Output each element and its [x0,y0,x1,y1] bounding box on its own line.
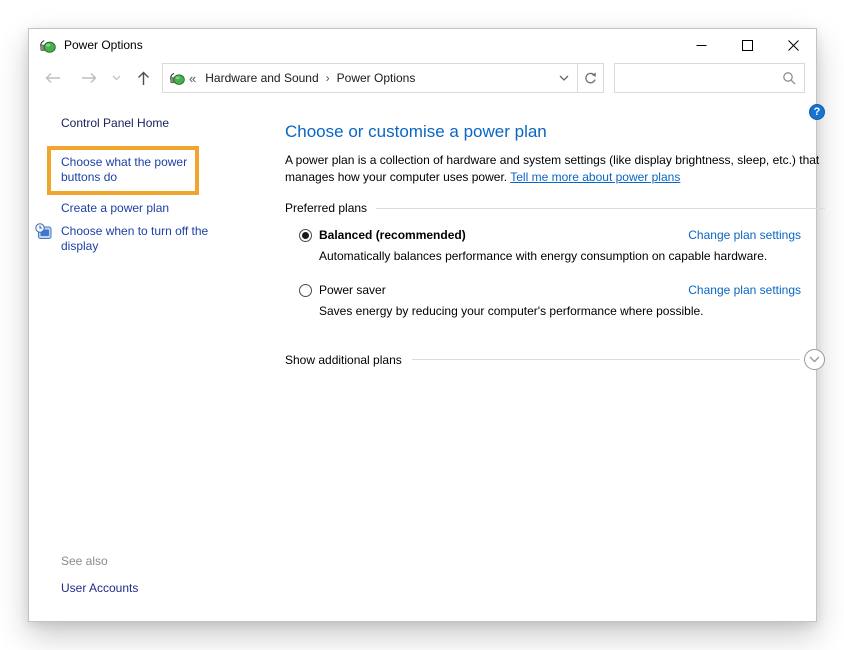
plan-row-balanced: Balanced (recommended) Change plan setti… [299,228,825,242]
group-divider-line [376,208,825,209]
plan-balanced: Balanced (recommended) Change plan setti… [299,228,825,263]
breadcrumb-item-hardware-and-sound[interactable]: Hardware and Sound [200,71,323,85]
sidebar-item-control-panel-home[interactable]: Control Panel Home [61,116,211,130]
plan-row-power-saver: Power saver Change plan settings [299,283,825,297]
balanced-plan-description: Automatically balances performance with … [319,249,825,263]
sidebar-item-user-accounts[interactable]: User Accounts [61,581,257,595]
breadcrumb-separator[interactable]: › [324,71,332,85]
highlight-annotation-box: Choose what the power buttons do [47,146,199,195]
power-options-icon [39,37,56,54]
power-options-icon [169,70,185,86]
recent-pages-button[interactable] [108,75,125,81]
breadcrumb-overflow[interactable]: « [185,71,200,86]
see-also-section: See also User Accounts [61,554,257,595]
breadcrumb-item-power-options[interactable]: Power Options [332,71,421,85]
caption-buttons [678,29,816,61]
sidebar-item-choose-power-buttons[interactable]: Choose what the power buttons do [61,155,219,185]
expand-additional-plans-button[interactable] [804,349,825,370]
maximize-button[interactable] [724,29,770,61]
back-button[interactable] [41,72,65,84]
chevron-down-icon [809,356,820,363]
close-button[interactable] [770,29,816,61]
page-title: Choose or customise a power plan [285,122,825,142]
page-description: A power plan is a collection of hardware… [285,152,825,186]
show-additional-plans-label: Show additional plans [285,353,402,367]
additional-plans-divider-line [412,359,800,360]
see-also-label: See also [61,554,257,568]
forward-arrow-icon [81,72,97,84]
preferred-plans-label: Preferred plans [285,201,367,215]
sidebar-item-turn-off-display[interactable]: Choose when to turn off the display [61,224,219,254]
plans-list: Balanced (recommended) Change plan setti… [285,228,825,318]
power-saver-plan-label[interactable]: Power saver [319,283,386,297]
power-saver-plan-description: Saves energy by reducing your computer's… [319,304,825,318]
refresh-button[interactable] [578,63,604,93]
balanced-plan-label[interactable]: Balanced (recommended) [319,228,466,242]
minimize-icon [696,40,707,51]
display-timeout-icon [35,223,52,240]
balanced-change-plan-settings-link[interactable]: Change plan settings [688,228,801,242]
show-additional-plans-row: Show additional plans [285,349,825,370]
power-options-window: Power Options [28,28,817,622]
navigation-bar: « Hardware and Sound › Power Options [29,61,816,99]
title-bar: Power Options [29,29,816,61]
search-box [614,63,805,93]
up-button[interactable] [133,71,154,86]
back-arrow-icon [45,72,61,84]
forward-button[interactable] [77,72,101,84]
address-dropdown-button[interactable] [551,64,577,92]
sidebar-item-create-power-plan[interactable]: Create a power plan [61,201,219,216]
chevron-down-icon [559,75,569,82]
address-bar[interactable]: « Hardware and Sound › Power Options [162,63,578,93]
sidebar-item-turn-off-display-row[interactable]: Choose when to turn off the display [35,224,257,254]
search-icon [782,71,796,85]
maximize-icon [742,40,753,51]
help-button[interactable]: ? [809,104,825,120]
plan-power-saver: Power saver Change plan settings Saves e… [299,283,825,318]
minimize-button[interactable] [678,29,724,61]
close-icon [788,40,799,51]
preferred-plans-group-header: Preferred plans [285,201,825,215]
balanced-radio[interactable] [299,229,312,242]
power-saver-radio[interactable] [299,284,312,297]
window-title: Power Options [64,38,143,52]
search-input[interactable] [623,70,782,86]
main-area: Control Panel Home Choose what the power… [29,99,816,621]
up-arrow-icon [137,71,150,86]
power-saver-change-plan-settings-link[interactable]: Change plan settings [688,283,801,297]
help-icon: ? [814,107,821,118]
content-pane: ? Choose or customise a power plan A pow… [257,99,836,621]
sidebar: Control Panel Home Choose what the power… [29,99,257,621]
tell-me-more-link[interactable]: Tell me more about power plans [510,170,680,184]
chevron-down-icon [112,75,121,81]
refresh-icon [583,71,598,86]
